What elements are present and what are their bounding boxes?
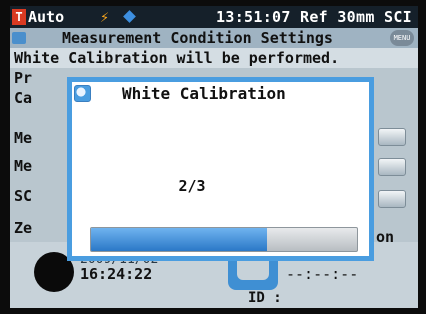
- lightning-icon: ⚡: [100, 8, 110, 26]
- dialog-titlebar: White Calibration: [72, 82, 369, 110]
- setting-value-field[interactable]: [378, 128, 406, 146]
- setting-value-field[interactable]: [378, 158, 406, 176]
- setting-label: Ze: [14, 219, 33, 237]
- setting-label: Ca: [14, 89, 33, 107]
- target-time: --:--:--: [286, 265, 359, 283]
- page-title: Measurement Condition Settings: [62, 29, 333, 47]
- setting-label: SC: [14, 187, 33, 205]
- clock-and-reference: 13:51:07 Ref 30mm SCI: [216, 8, 412, 26]
- calibration-time: 16:24:22: [80, 265, 153, 283]
- setting-label: Pr: [14, 69, 33, 87]
- setting-value-field[interactable]: [378, 190, 406, 208]
- dialog-body: White Calibration 2/3: [72, 82, 369, 256]
- diamond-icon: [123, 10, 136, 23]
- progress-bar: [90, 227, 358, 252]
- setting-label: Me: [14, 129, 33, 147]
- info-icon: [74, 85, 91, 102]
- mode-badge: T: [12, 9, 26, 25]
- notice-message: White Calibration will be performed.: [10, 48, 418, 68]
- status-bar: T Auto ⚡ 13:51:07 Ref 30mm SCI: [10, 6, 418, 28]
- progress-fill: [91, 228, 267, 251]
- settings-screen-icon: [12, 32, 26, 44]
- calibration-dialog: White Calibration 2/3: [67, 77, 374, 261]
- step-counter: 2/3: [178, 177, 206, 195]
- menu-icon[interactable]: MENU: [390, 30, 414, 46]
- id-label: ID :: [248, 290, 282, 306]
- mode-label: Auto: [28, 8, 65, 26]
- setting-label: Me: [14, 157, 33, 175]
- header: Measurement Condition Settings MENU: [10, 28, 418, 48]
- dialog-title: White Calibration: [122, 84, 286, 103]
- device-screen: T Auto ⚡ 13:51:07 Ref 30mm SCI Measureme…: [10, 6, 418, 308]
